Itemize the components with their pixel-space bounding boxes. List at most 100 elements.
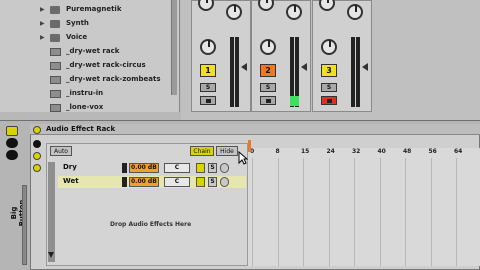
- chain-row[interactable]: Dry 0.00 dB C S: [58, 162, 246, 174]
- solo-button[interactable]: S: [200, 83, 216, 92]
- mixer-strip: 1S: [191, 0, 251, 112]
- chain-toggle-button[interactable]: [33, 152, 41, 160]
- zone-grid-line: [277, 158, 279, 266]
- device-activator-button[interactable]: [6, 126, 18, 136]
- browser-item[interactable]: _dry-wet rack-zombeats: [0, 74, 180, 86]
- level-meter: [356, 37, 360, 107]
- browser-item-label: Voice: [66, 33, 88, 41]
- device-hotswap-button[interactable]: [6, 138, 18, 148]
- pan-knob[interactable]: [200, 39, 216, 55]
- zone-editor[interactable]: [248, 148, 480, 266]
- browser-item[interactable]: _dry-wet rack: [0, 46, 180, 58]
- zone-grid-line: [354, 158, 355, 266]
- drop-effects-hint: Drop Audio Effects Here: [110, 221, 192, 228]
- zone-grid-line: [430, 158, 432, 266]
- device-scroll-handle[interactable]: [22, 185, 27, 265]
- track-activator-button[interactable]: 2: [260, 64, 276, 77]
- arm-button[interactable]: [260, 96, 276, 105]
- send-knob[interactable]: [258, 0, 274, 11]
- folder-icon: [50, 6, 60, 14]
- browser-item-label: _dry-wet rack-zombeats: [66, 75, 161, 83]
- pan-knob[interactable]: [321, 39, 337, 55]
- browser-item[interactable]: _instru-in: [0, 88, 180, 100]
- browser-item[interactable]: _dry-wet rack-circus: [0, 60, 180, 72]
- speaker-icon[interactable]: [196, 177, 205, 187]
- browser-item[interactable]: ▶ Puremagnetik: [0, 4, 180, 16]
- zone-tick-label: 8: [275, 148, 280, 155]
- zone-grid-line: [405, 158, 406, 266]
- browser-item[interactable]: ▶ Voice: [0, 32, 180, 44]
- chain-pan-field[interactable]: C: [164, 163, 190, 173]
- browser-item[interactable]: _lone-vox: [0, 102, 180, 114]
- browser-item-label: Puremagnetik: [66, 5, 122, 13]
- mixer-strip: 2S: [251, 0, 311, 112]
- chain-meter: [122, 163, 127, 173]
- arm-button[interactable]: [321, 96, 337, 105]
- auto-select-button[interactable]: Auto: [50, 146, 72, 156]
- volume-fader-handle[interactable]: [241, 63, 247, 71]
- volume-fader-handle[interactable]: [362, 63, 368, 71]
- device-preset-icon: [50, 62, 61, 70]
- pan-knob[interactable]: [260, 39, 276, 55]
- send-knob[interactable]: [226, 4, 242, 20]
- mouse-cursor: [238, 151, 248, 165]
- chain-name: Dry: [63, 163, 77, 171]
- browser-item-label: _lone-vox: [66, 103, 104, 111]
- device-preset-icon: [50, 48, 61, 56]
- speaker-icon[interactable]: [196, 163, 205, 173]
- level-meter: [230, 37, 234, 107]
- zone-tick-label: 56: [428, 148, 437, 155]
- mixer-strip: 3S: [312, 0, 372, 112]
- track-activator-button[interactable]: 1: [200, 64, 216, 77]
- chain-tab[interactable]: Chain: [190, 146, 214, 156]
- expand-arrow-icon[interactable]: ▶: [40, 20, 45, 27]
- chain-meter: [122, 177, 127, 187]
- device-list-toggle-button[interactable]: [33, 164, 41, 172]
- zone-grid-line: [379, 158, 381, 266]
- chain-volume-field[interactable]: 0.00 dB: [129, 177, 159, 187]
- hide-tab[interactable]: Hide: [216, 146, 238, 156]
- volume-fader-handle[interactable]: [301, 63, 307, 71]
- solo-button[interactable]: S: [321, 83, 337, 92]
- send-knob[interactable]: [319, 0, 335, 11]
- solo-button[interactable]: S: [260, 83, 276, 92]
- meter-level-indicator: [290, 96, 299, 106]
- browser-item-label: Synth: [66, 19, 89, 27]
- chain-solo-button[interactable]: S: [208, 177, 217, 187]
- macro-toggle-button[interactable]: [33, 140, 41, 148]
- mixer-section: 1S2S3S: [181, 0, 480, 120]
- expand-arrow-icon[interactable]: ▶: [40, 6, 45, 13]
- send-knob[interactable]: [198, 0, 214, 11]
- chain-volume-field[interactable]: 0.00 dB: [129, 163, 159, 173]
- zone-tick-label: 40: [377, 148, 386, 155]
- chain-solo-button[interactable]: S: [208, 163, 217, 173]
- headphones-icon[interactable]: [220, 163, 229, 173]
- headphones-icon[interactable]: [220, 177, 229, 187]
- browser-item-label: _instru-in: [66, 89, 104, 97]
- chain-list-scroll-arrow[interactable]: [48, 252, 54, 258]
- zone-tick-label: 64: [454, 148, 463, 155]
- zone-marker[interactable]: [248, 140, 251, 152]
- file-browser: ▶ Puremagnetik ▶ Synth ▶ Voice _dry-wet rack _d…: [0, 0, 180, 112]
- rack-activator-button[interactable]: [33, 126, 41, 134]
- device-preset-icon: [50, 90, 61, 98]
- zone-grid-line: [328, 158, 330, 266]
- rack-title: Audio Effect Rack: [46, 125, 116, 133]
- expand-arrow-icon[interactable]: ▶: [40, 34, 45, 41]
- browser-scrollbar[interactable]: [171, 0, 177, 95]
- level-meter: [235, 37, 239, 107]
- zone-tick-label: 48: [403, 148, 412, 155]
- send-knob[interactable]: [347, 4, 363, 20]
- chain-list-scrollbar[interactable]: [48, 162, 55, 262]
- browser-item[interactable]: ▶ Synth: [0, 18, 180, 30]
- send-knob[interactable]: [286, 4, 302, 20]
- arm-button[interactable]: [200, 96, 216, 105]
- chain-pan-field[interactable]: C: [164, 177, 190, 187]
- track-activator-button[interactable]: 3: [321, 64, 337, 77]
- level-meter: [351, 37, 355, 107]
- folder-icon: [50, 34, 60, 42]
- zone-grid-line: [252, 158, 253, 266]
- device-save-button[interactable]: [6, 150, 18, 160]
- chain-row[interactable]: Wet 0.00 dB C S: [58, 176, 246, 188]
- zone-tick-label: 32: [352, 148, 361, 155]
